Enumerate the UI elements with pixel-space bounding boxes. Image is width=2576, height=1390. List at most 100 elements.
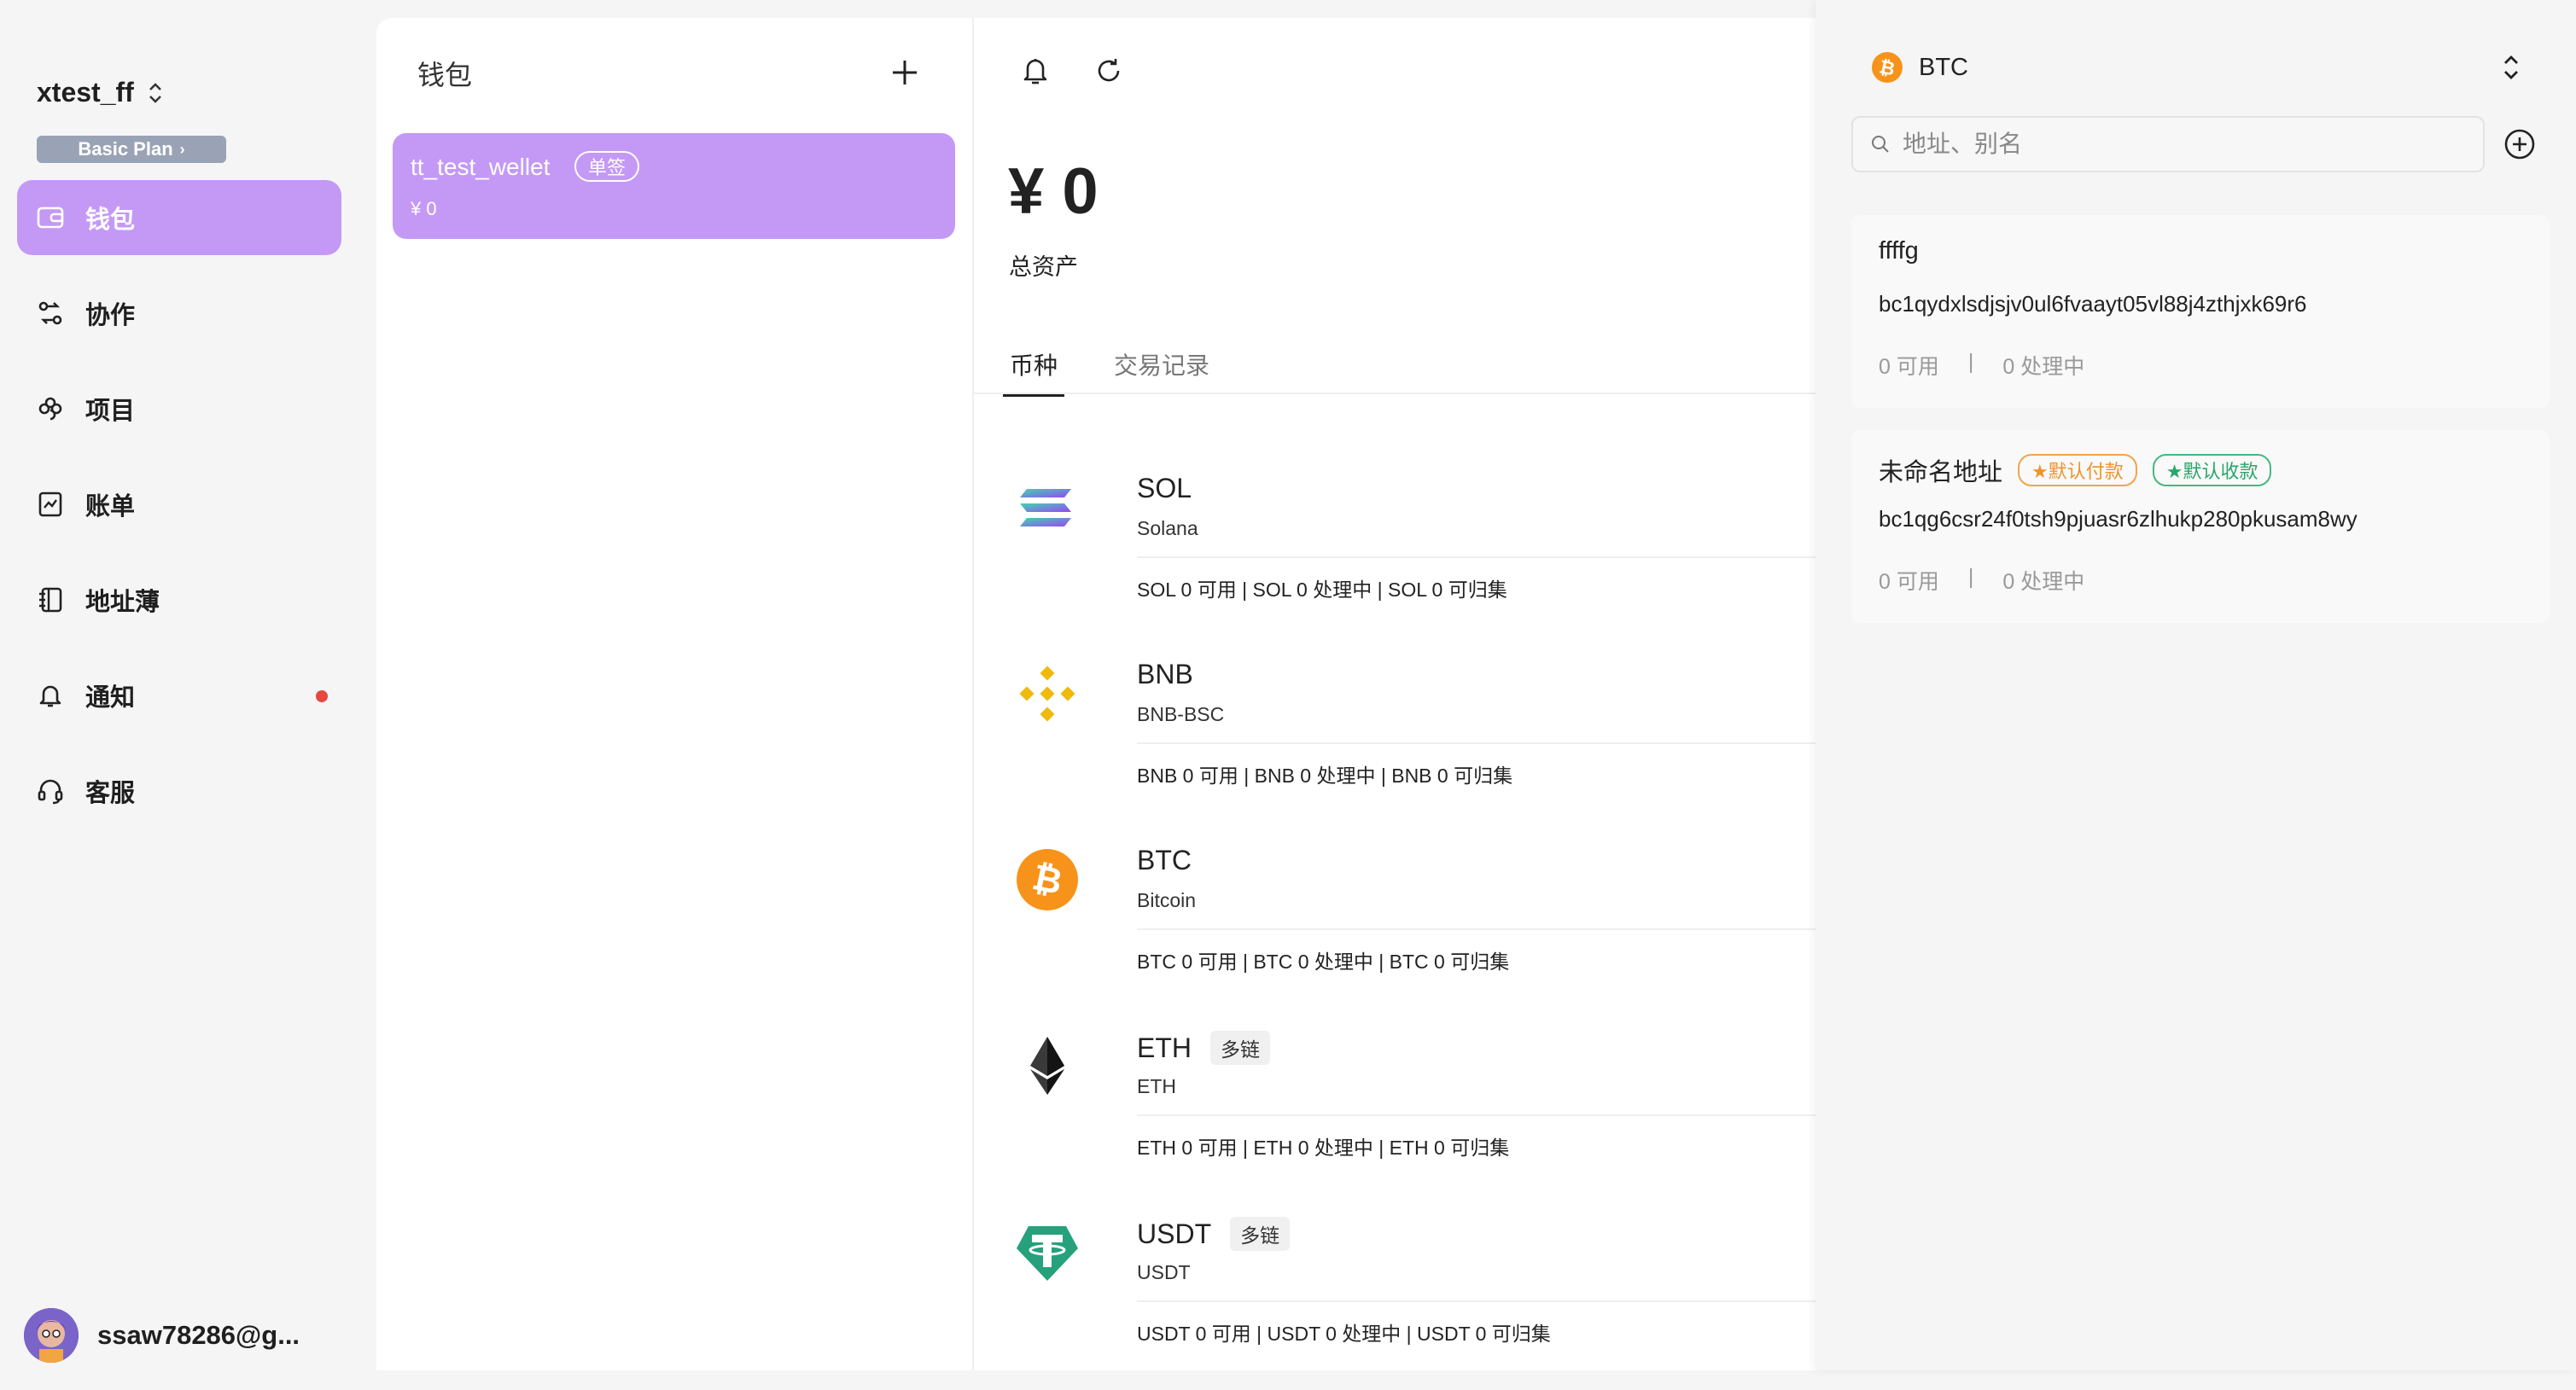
plan-badge[interactable]: Basic Plan › [37,136,226,163]
drawer-coin-selector[interactable]: ₿ BTC [1871,51,1968,84]
coin-symbol: SOL [1137,473,1192,503]
plan-label: Basic Plan [78,138,173,160]
coin-row-eth[interactable]: ETH 多链 ETH ETH 0 可用 | ETH 0 处理中 | ETH 0 … [1015,1018,1817,1204]
coin-name: USDT [1137,1261,1191,1283]
solana-icon [1020,489,1071,526]
coin-symbol-group: BTC [1137,845,1192,876]
coin-row-bnb[interactable]: BNB BNB-BSC BNB 0 可用 | BNB 0 处理中 | BNB 0… [1015,646,1817,832]
total-assets-label: 总资产 [1009,254,1078,280]
wallet-card[interactable]: tt_test_wellet 单签 ¥ 0 [393,133,955,239]
coin-name: Solana [1137,517,1198,539]
avatar [24,1308,79,1363]
coin-symbol: BTC [1137,845,1192,875]
sidebar-item-address-book[interactable]: 地址薄 [17,562,341,637]
bell-icon [36,681,65,710]
coin-row-usdt[interactable]: USDT 多链 USDT USDT 0 可用 | USDT 0 处理中 | US… [1015,1204,1817,1390]
chevron-updown-icon[interactable] [2500,51,2522,84]
wallet-icon [36,203,65,232]
user-profile[interactable]: ssaw78286@g... [24,1308,300,1363]
address-drawer: ₿ BTC ffffg bc1qydxlsdjsjv0ul6fvaayt05vl… [1815,0,2576,1370]
chevron-right-icon: › [179,140,185,158]
multichain-badge: 多链 [1230,1217,1291,1251]
wallet-list-panel: 钱包 tt_test_wellet 单签 ¥ 0 [376,18,974,1370]
sidebar-item-label: 钱包 [85,206,136,234]
refresh-icon[interactable] [1093,54,1124,88]
sidebar-item-wallet[interactable]: 钱包 [17,180,341,255]
coin-symbol-group: SOL [1137,473,1192,504]
coin-stats: BTC 0 可用 | BTC 0 处理中 | BTC 0 可归集 [1137,951,1510,973]
coin-divider [1137,928,1817,930]
address-value: bc1qg6csr24f0tsh9pjuasr6zlhukp280pkusam8… [1879,506,2357,532]
tab-coins[interactable]: 币种 [1003,347,1065,397]
coin-name: Bitcoin [1137,889,1197,911]
add-wallet-button[interactable] [888,55,922,90]
sidebar-item-billing[interactable]: 账单 [17,467,341,542]
total-assets-value: ¥ 0 [1008,155,1099,228]
chevron-updown-icon [149,82,161,103]
address-alias: 未命名地址 [1879,459,2003,486]
sidebar-item-support[interactable]: 客服 [17,753,341,829]
sidebar-item-label: 地址薄 [85,589,160,616]
address-search-box[interactable] [1851,116,2485,172]
stats-separator: | [1967,350,1974,374]
bill-icon [36,490,65,519]
bell-icon[interactable] [1020,54,1051,88]
toolbar [1020,54,1124,88]
coin-stats: BNB 0 可用 | BNB 0 处理中 | BNB 0 可归集 [1137,765,1513,787]
coin-symbol: BNB [1137,659,1193,689]
add-address-button[interactable] [2503,128,2536,160]
address-alias: ffffg [1879,237,1919,265]
address-card[interactable]: 未命名地址 ★默认付款 ★默认收款 bc1qg6csr24f0tsh9pjuas… [1851,430,2550,623]
search-icon [1872,136,1889,153]
processing-amount: 0 处理中 [2002,355,2085,379]
sidebar: xtest_ff Basic Plan › 钱包 协作 项目 账单 地址薄 通知… [0,0,358,1370]
available-amount: 0 可用 [1879,355,1939,379]
address-name-group: 未命名地址 ★默认付款 ★默认收款 [1879,452,2272,488]
bitcoin-icon: ₿ [1017,849,1078,910]
sidebar-item-label: 客服 [85,780,136,807]
sidebar-item-project[interactable]: 项目 [17,371,341,446]
coin-row-sol[interactable]: SOL Solana SOL 0 可用 | SOL 0 处理中 | SOL 0 … [1015,460,1817,646]
wallet-balance: ¥ 0 [411,198,437,219]
processing-amount: 0 处理中 [2002,570,2085,594]
coin-symbol-group: USDT 多链 [1137,1217,1291,1251]
coin-name: BNB-BSC [1137,703,1225,725]
coin-divider [1137,1300,1817,1302]
org-switcher[interactable]: xtest_ff [37,77,165,108]
project-icon [36,394,65,423]
multichain-badge: 多链 [1210,1031,1270,1065]
coin-symbol-group: BNB [1137,659,1193,690]
address-search-input[interactable] [1901,130,2416,159]
address-value: bc1qydxlsdjsjv0ul6fvaayt05vl88j4zthjxk69… [1879,291,2307,317]
sidebar-item-notifications[interactable]: 通知 [17,658,341,733]
coin-divider [1137,742,1817,744]
ethereum-icon [1030,1037,1064,1095]
coin-stats: ETH 0 可用 | ETH 0 处理中 | ETH 0 可归集 [1137,1137,1510,1159]
coin-symbol: USDT [1137,1218,1212,1249]
drawer-coin-name: BTC [1919,53,1968,81]
headset-icon [36,776,65,806]
collaboration-icon [36,299,65,328]
bitcoin-icon: ₿ [1872,52,1903,83]
sidebar-item-label: 账单 [85,493,136,521]
coin-stats: SOL 0 可用 | SOL 0 处理中 | SOL 0 可归集 [1137,579,1507,601]
address-card[interactable]: ffffg bc1qydxlsdjsjv0ul6fvaayt05vl88j4zt… [1851,215,2550,408]
coin-stats: USDT 0 可用 | USDT 0 处理中 | USDT 0 可归集 [1137,1323,1551,1345]
default-receive-badge: ★默认收款 [2152,454,2272,486]
address-name-group: ffffg [1879,237,1919,265]
sidebar-item-collab[interactable]: 协作 [17,276,341,351]
sidebar-nav: 钱包 协作 项目 账单 地址薄 通知 客服 [17,180,341,849]
wallet-list-title: 钱包 [417,60,473,90]
coin-symbol-group: ETH 多链 [1137,1031,1270,1065]
address-stats: 0 可用 | 0 处理中 [1879,350,2084,381]
default-payment-badge: ★默认付款 [2018,454,2137,486]
coin-divider [1137,556,1817,558]
tab-transactions[interactable]: 交易记录 [1107,347,1216,397]
bnb-icon [1019,666,1075,722]
coin-symbol: ETH [1137,1032,1192,1063]
wallet-name: tt_test_wellet [411,154,551,180]
tabs-divider [974,393,1817,394]
wallet-detail-panel: ¥ 0 总资产 币种 交易记录 SOL Solana SOL 0 可用 | SO… [974,18,1817,1370]
coin-name: ETH [1137,1075,1176,1097]
coin-row-btc[interactable]: ₿ BTC Bitcoin BTC 0 可用 | BTC 0 处理中 | BTC… [1015,832,1817,1018]
